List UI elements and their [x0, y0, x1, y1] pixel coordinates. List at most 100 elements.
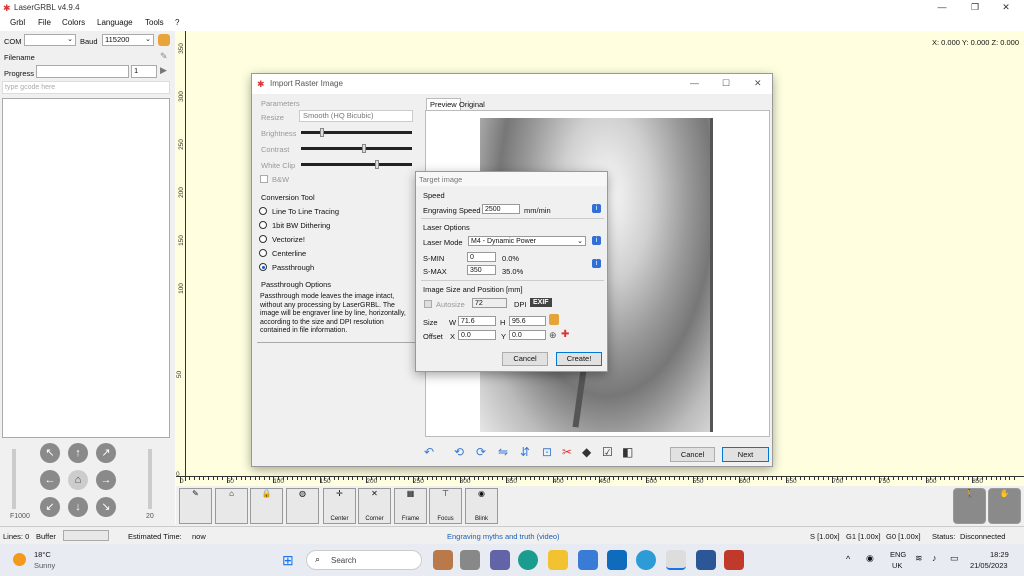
power-info-icon[interactable]: i [592, 259, 601, 268]
jog-n-button[interactable]: ↑ [68, 443, 88, 463]
tray-chevron-icon[interactable]: ^ [846, 554, 850, 564]
check-icon[interactable]: ☑ [602, 445, 613, 459]
passthrough-label[interactable]: Passthrough [272, 263, 314, 272]
crop-icon[interactable]: ⊡ [542, 445, 552, 459]
walk-button[interactable]: 🚶 [953, 488, 986, 524]
speed-info-icon[interactable]: i [592, 204, 601, 213]
offset-y-input[interactable]: 0.0 [509, 330, 546, 340]
create-button[interactable]: Create! [556, 352, 602, 366]
flip-horizontal-icon[interactable]: ⇋ [498, 445, 508, 459]
app-files-icon[interactable] [548, 550, 568, 570]
app-other-icon[interactable] [724, 550, 744, 570]
jog-e-button[interactable]: → [96, 470, 116, 490]
jog-s-button[interactable]: ↓ [68, 497, 88, 517]
app-taskview-icon[interactable] [460, 550, 480, 570]
tray-wifi-icon[interactable]: ≋ [915, 553, 923, 564]
smax-input[interactable]: 350 [467, 265, 496, 275]
app-teams-icon[interactable] [490, 550, 510, 570]
jog-se-button[interactable]: ↘ [96, 497, 116, 517]
clock-time[interactable]: 18:29 [990, 550, 1009, 559]
g0-override[interactable]: G0 [1.00x] [886, 532, 921, 541]
app-explorer-icon[interactable] [433, 550, 453, 570]
laser-mode-select[interactable]: M4 - Dynamic Power ⌄ [468, 236, 586, 246]
app-edge-icon[interactable] [518, 550, 538, 570]
jog-nw-button[interactable]: ↖ [40, 443, 60, 463]
app-lasergrbl-icon[interactable] [666, 550, 686, 570]
corner-button[interactable]: ✕ Corner [358, 488, 391, 524]
engraving-speed-input[interactable]: 2500 [482, 204, 520, 214]
tray-volume-icon[interactable]: ♪ [932, 553, 937, 563]
radio-centerline[interactable] [259, 249, 267, 257]
radio-line-tracing[interactable] [259, 207, 267, 215]
offset-x-input[interactable]: 0.0 [458, 330, 496, 340]
undo-icon[interactable]: ↶ [424, 445, 434, 459]
focus-button[interactable]: ⊤ Focus [429, 488, 462, 524]
rotate-ccw-icon[interactable]: ⟲ [454, 445, 464, 459]
radio-vectorize[interactable] [259, 235, 267, 243]
app-store-icon[interactable] [578, 550, 598, 570]
laser-mode-info-icon[interactable]: i [592, 236, 601, 245]
centerline-label[interactable]: Centerline [272, 249, 306, 258]
menu-colors[interactable]: Colors [62, 18, 85, 27]
tray-battery-icon[interactable]: ▭ [950, 553, 959, 564]
center-button[interactable]: ✛ Center [323, 488, 356, 524]
g1-override[interactable]: G1 [1.00x] [846, 532, 881, 541]
dialog-maximize-button[interactable]: ☐ [722, 78, 730, 89]
exif-badge[interactable]: EXIF [530, 298, 552, 307]
target-cross-icon[interactable]: ✚ [561, 329, 569, 340]
connect-icon[interactable] [158, 34, 170, 46]
jog-w-button[interactable]: ← [40, 470, 60, 490]
frame-button[interactable]: ▦ Frame [394, 488, 427, 524]
height-input[interactable]: 95.6 [509, 316, 546, 326]
taskbar-search[interactable]: ⌕ Search [306, 550, 422, 570]
jog-ne-button[interactable]: ↗ [96, 443, 116, 463]
tray-network-icon[interactable]: ◉ [866, 553, 874, 564]
fill-icon[interactable]: ◆ [582, 445, 591, 459]
lock-ratio-icon[interactable] [549, 314, 559, 325]
vectorize-label[interactable]: Vectorize! [272, 235, 305, 244]
target-cancel-button[interactable]: Cancel [502, 352, 548, 366]
language-region[interactable]: UK [892, 561, 902, 570]
weather-icon[interactable] [13, 553, 26, 566]
open-file-icon[interactable]: ✎ [160, 51, 168, 62]
tab-preview[interactable]: Preview [426, 98, 461, 110]
close-button[interactable]: ✕ [999, 2, 1013, 13]
menu-help[interactable]: ? [175, 18, 179, 27]
feed-slider[interactable] [12, 449, 16, 509]
console-log[interactable] [2, 98, 170, 438]
smin-input[interactable]: 0 [467, 252, 496, 262]
maximize-button[interactable]: ❐ [968, 2, 982, 13]
gcode-input[interactable]: type gcode here [2, 81, 170, 94]
jog-sw-button[interactable]: ↙ [40, 497, 60, 517]
width-input[interactable]: 71.6 [458, 316, 496, 326]
speed-override[interactable]: S [1.00x] [810, 532, 840, 541]
tab-original[interactable]: Original [459, 100, 485, 109]
radio-passthrough[interactable] [259, 263, 267, 271]
blink-button[interactable]: ◉ Blink [465, 488, 498, 524]
windows-start-icon[interactable]: ⊞ [282, 552, 294, 569]
minimize-button[interactable]: — [935, 2, 949, 12]
app-word-icon[interactable] [696, 550, 716, 570]
radio-dithering[interactable] [259, 221, 267, 229]
next-button[interactable]: Next [722, 447, 769, 462]
baud-select[interactable]: 115200 ⌄ [102, 34, 154, 46]
pen-tool-button[interactable]: ✎ [179, 488, 212, 524]
lock-button[interactable]: 🔒 [250, 488, 283, 524]
menu-file[interactable]: File [38, 18, 51, 27]
invert-icon[interactable]: ◧ [622, 445, 633, 459]
app-search-icon[interactable] [636, 550, 656, 570]
center-position-icon[interactable]: ⊕ [549, 330, 557, 341]
com-select[interactable]: ⌄ [24, 34, 76, 46]
dialog-minimize-button[interactable]: — [690, 78, 699, 88]
globe-button[interactable]: ◍ [286, 488, 319, 524]
home-button[interactable]: ⌂ [68, 470, 88, 490]
step-slider[interactable] [148, 449, 152, 509]
auto-trim-icon[interactable]: ✂ [562, 445, 572, 459]
progress-stepper[interactable]: 1 [131, 65, 157, 78]
run-icon[interactable]: ▶ [160, 65, 167, 76]
home-tool-button[interactable]: ⌂ [215, 488, 248, 524]
dialog-close-button[interactable]: ✕ [754, 78, 762, 89]
menu-language[interactable]: Language [97, 18, 133, 27]
dialog-cancel-button[interactable]: Cancel [670, 447, 715, 462]
video-link[interactable]: Engraving myths and truth (video) [447, 532, 560, 541]
